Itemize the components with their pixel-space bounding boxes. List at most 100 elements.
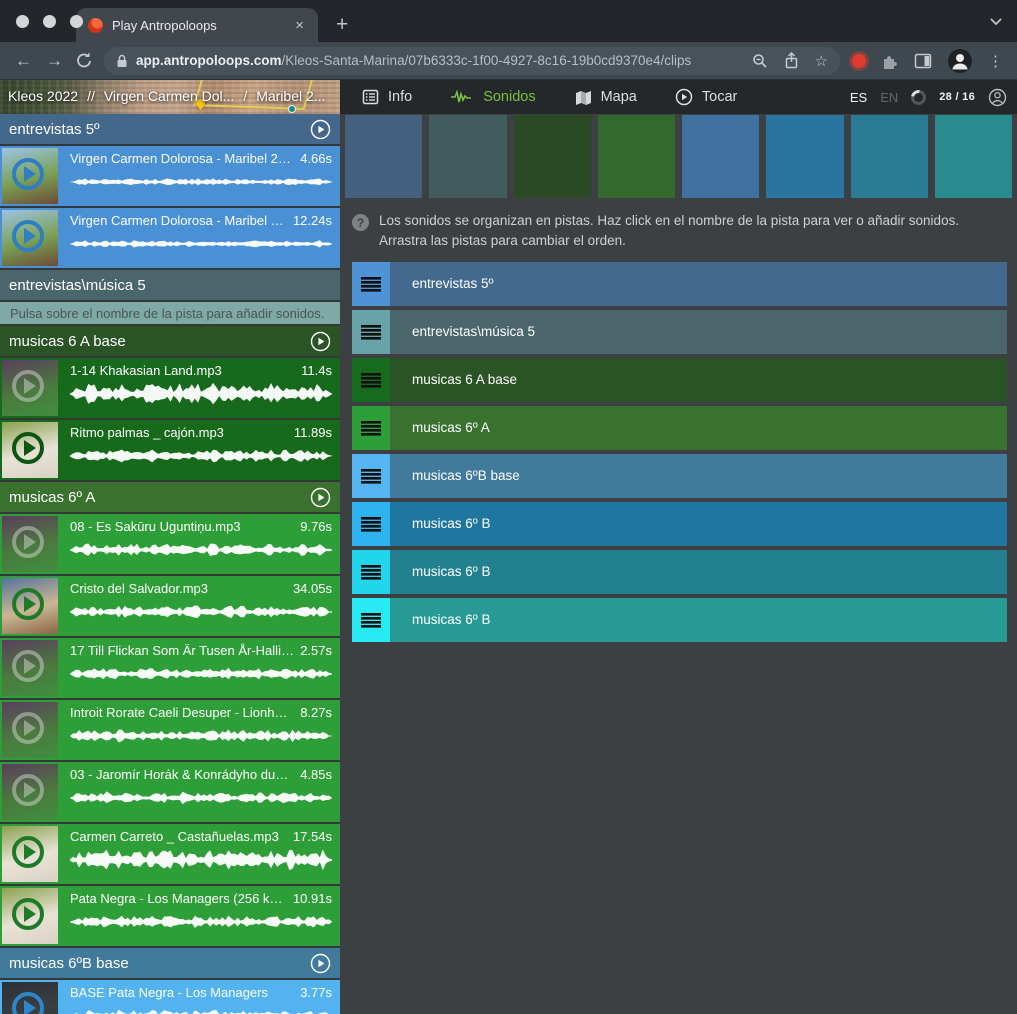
sound-clip[interactable]: Introit Rorate Caeli Desuper - Lionheart… bbox=[0, 700, 340, 760]
clip-play-icon[interactable] bbox=[12, 526, 44, 558]
clip-play-icon[interactable] bbox=[12, 898, 44, 930]
sound-clip[interactable]: Ritmo palmas _ cajón.mp311.89s bbox=[0, 420, 340, 480]
map-banner[interactable]: Kleos 2022 // Virgen Carmen Dol... / Mar… bbox=[0, 80, 340, 114]
drag-handle[interactable] bbox=[352, 262, 390, 306]
track-row[interactable]: entrevistas\música 5 bbox=[352, 310, 1007, 354]
drag-handle[interactable] bbox=[352, 406, 390, 450]
new-tab-button[interactable]: + bbox=[336, 14, 348, 35]
bookmark-star-icon[interactable]: ☆ bbox=[815, 52, 828, 70]
sound-clip[interactable]: Virgen Carmen Dolorosa - Maribel 2.mp34.… bbox=[0, 146, 340, 206]
account-icon[interactable] bbox=[988, 88, 1007, 107]
clip-waveform[interactable] bbox=[70, 787, 332, 809]
clip-waveform[interactable] bbox=[70, 849, 332, 871]
clip-waveform[interactable] bbox=[70, 171, 332, 193]
browser-tab[interactable]: Play Antropoloops × bbox=[76, 8, 318, 42]
nav-tab-mapa[interactable]: Mapa bbox=[574, 89, 637, 105]
clip-play-icon[interactable] bbox=[12, 588, 44, 620]
track-header[interactable]: musicas 6ºB base bbox=[0, 948, 340, 978]
sound-clip[interactable]: Cristo del Salvador.mp334.05s bbox=[0, 576, 340, 636]
track-tile[interactable] bbox=[345, 115, 422, 198]
sound-clip[interactable]: 03 - Jaromír Horák & Konrádyho dudácká .… bbox=[0, 762, 340, 822]
record-indicator-icon[interactable] bbox=[852, 54, 866, 68]
sound-clip[interactable]: BASE Pata Negra - Los Managers3.77s bbox=[0, 980, 340, 1014]
play-track-icon[interactable] bbox=[310, 119, 331, 140]
drag-handle[interactable] bbox=[352, 310, 390, 354]
zoom-page-icon[interactable] bbox=[752, 53, 768, 69]
forward-button[interactable]: → bbox=[39, 51, 70, 71]
nav-tab-sonidos[interactable]: Sonidos bbox=[450, 89, 535, 105]
track-tile[interactable] bbox=[851, 115, 928, 198]
drag-handle[interactable] bbox=[352, 358, 390, 402]
clip-play-icon[interactable] bbox=[12, 774, 44, 806]
clip-waveform[interactable] bbox=[70, 601, 332, 623]
traffic-light-minimize[interactable] bbox=[43, 15, 56, 28]
clip-play-icon[interactable] bbox=[12, 712, 44, 744]
tab-search-chevron-icon[interactable] bbox=[989, 16, 1003, 26]
track-header[interactable]: entrevistas\música 5 bbox=[0, 270, 340, 300]
track-row-body[interactable]: musicas 6º B bbox=[390, 550, 1007, 594]
clip-waveform[interactable] bbox=[70, 911, 332, 933]
track-row[interactable]: entrevistas 5º bbox=[352, 262, 1007, 306]
lang-en-button[interactable]: EN bbox=[880, 90, 898, 105]
lang-es-button[interactable]: ES bbox=[850, 90, 867, 105]
breadcrumb-project[interactable]: Kleos 2022 bbox=[8, 88, 78, 104]
track-tile[interactable] bbox=[598, 115, 675, 198]
clip-play-icon[interactable] bbox=[12, 220, 44, 252]
track-header[interactable]: musicas 6º A bbox=[0, 482, 340, 512]
clip-waveform[interactable] bbox=[70, 233, 332, 255]
track-row-body[interactable]: entrevistas\música 5 bbox=[390, 310, 1007, 354]
browser-menu-icon[interactable]: ⋮ bbox=[988, 52, 1003, 70]
extensions-puzzle-icon[interactable] bbox=[881, 52, 899, 70]
clip-play-icon[interactable] bbox=[12, 992, 44, 1014]
clip-waveform[interactable] bbox=[70, 383, 332, 405]
track-row[interactable]: musicas 6 A base bbox=[352, 358, 1007, 402]
track-row[interactable]: musicas 6º B bbox=[352, 502, 1007, 546]
track-tile[interactable] bbox=[429, 115, 506, 198]
clip-play-icon[interactable] bbox=[12, 836, 44, 868]
play-track-icon[interactable] bbox=[310, 953, 331, 974]
drag-handle[interactable] bbox=[352, 454, 390, 498]
track-row[interactable]: musicas 6º A bbox=[352, 406, 1007, 450]
clip-waveform[interactable] bbox=[70, 663, 332, 685]
clip-waveform[interactable] bbox=[70, 725, 332, 747]
breadcrumb-item[interactable]: Maribel 2... bbox=[256, 88, 325, 104]
share-icon[interactable] bbox=[784, 52, 799, 69]
side-panel-icon[interactable] bbox=[914, 53, 932, 69]
track-tile[interactable] bbox=[514, 115, 591, 198]
track-tile[interactable] bbox=[682, 115, 759, 198]
clip-play-icon[interactable] bbox=[12, 650, 44, 682]
track-row[interactable]: musicas 6º B bbox=[352, 550, 1007, 594]
url-bar[interactable]: app.antropoloops.com/Kleos-Santa-Marina/… bbox=[104, 47, 840, 75]
track-row-body[interactable]: musicas 6º B bbox=[390, 598, 1007, 642]
clip-waveform[interactable] bbox=[70, 445, 332, 467]
drag-handle[interactable] bbox=[352, 598, 390, 642]
profile-avatar-icon[interactable] bbox=[947, 48, 973, 74]
sound-clip[interactable]: 08 - Es Sakūru Uguntiņu.mp39.76s bbox=[0, 514, 340, 574]
sound-clip[interactable]: Virgen Carmen Dolorosa - Maribel 2.mp312… bbox=[0, 208, 340, 268]
clip-play-icon[interactable] bbox=[12, 370, 44, 402]
traffic-light-zoom[interactable] bbox=[70, 15, 83, 28]
sound-clip[interactable]: 17 Till Flickan Som Är Tusen År-Halling … bbox=[0, 638, 340, 698]
breadcrumb-group[interactable]: Virgen Carmen Dol... bbox=[104, 88, 234, 104]
track-row-body[interactable]: musicas 6ºB base bbox=[390, 454, 1007, 498]
track-row[interactable]: musicas 6ºB base bbox=[352, 454, 1007, 498]
track-row[interactable]: musicas 6º B bbox=[352, 598, 1007, 642]
track-header[interactable]: musicas 6 A base bbox=[0, 326, 340, 356]
drag-handle[interactable] bbox=[352, 502, 390, 546]
traffic-light-close[interactable] bbox=[16, 15, 29, 28]
track-tile[interactable] bbox=[935, 115, 1012, 198]
track-row-body[interactable]: entrevistas 5º bbox=[390, 262, 1007, 306]
track-row-body[interactable]: musicas 6º B bbox=[390, 502, 1007, 546]
nav-tab-tocar[interactable]: Tocar bbox=[675, 88, 737, 106]
clip-play-icon[interactable] bbox=[12, 158, 44, 190]
tab-close-icon[interactable]: × bbox=[293, 18, 306, 33]
track-header[interactable]: entrevistas 5º bbox=[0, 114, 340, 144]
play-track-icon[interactable] bbox=[310, 331, 331, 352]
track-row-body[interactable]: musicas 6º A bbox=[390, 406, 1007, 450]
nav-tab-info[interactable]: Info bbox=[362, 89, 412, 105]
clip-play-icon[interactable] bbox=[12, 432, 44, 464]
track-row-body[interactable]: musicas 6 A base bbox=[390, 358, 1007, 402]
back-button[interactable]: ← bbox=[8, 51, 39, 71]
url-text[interactable]: app.antropoloops.com/Kleos-Santa-Marina/… bbox=[136, 53, 744, 68]
play-track-icon[interactable] bbox=[310, 487, 331, 508]
